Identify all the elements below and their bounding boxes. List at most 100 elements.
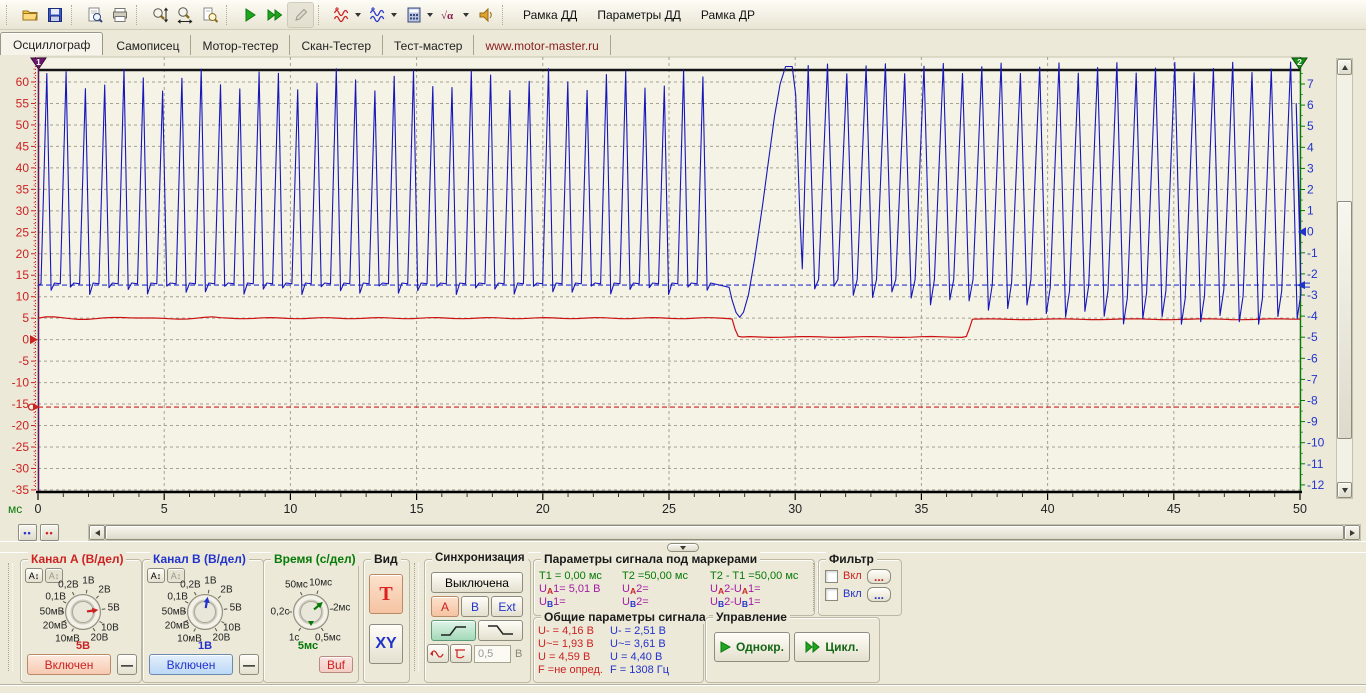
tab-scan-tester[interactable]: Скан-Тестер bbox=[290, 35, 383, 55]
svg-text:1: 1 bbox=[36, 57, 41, 67]
filter-title: Фильтр bbox=[826, 552, 877, 566]
knob-scale-label: 5В bbox=[230, 602, 242, 613]
math-dropdown-icon[interactable] bbox=[463, 13, 469, 17]
calculator-icon bbox=[405, 6, 423, 24]
waveform-plot[interactable]: 605550454035302520151050-5-10-15-20-25-3… bbox=[0, 55, 1334, 525]
speaker-icon bbox=[477, 6, 495, 24]
single-run-button[interactable]: Однокр. bbox=[714, 632, 790, 662]
print-button[interactable] bbox=[107, 3, 132, 27]
calculator-dropdown-icon[interactable] bbox=[427, 13, 433, 17]
horizontal-scroll-thumb[interactable] bbox=[105, 525, 1344, 540]
collapse-panel-button[interactable] bbox=[667, 543, 699, 552]
right-axis-tick-label: -5 bbox=[1307, 330, 1318, 344]
channel-a-wave-settings-button[interactable] bbox=[329, 3, 354, 27]
knob-scale-label: 20В bbox=[91, 633, 109, 644]
left-axis-tick-label: -20 bbox=[12, 419, 30, 433]
edit-button[interactable] bbox=[287, 2, 314, 28]
panel-grip[interactable] bbox=[8, 563, 13, 671]
channel-b-title: Канал B (В/дел) bbox=[150, 552, 249, 566]
channel-b-stat: U = 4,40 В bbox=[610, 651, 662, 663]
zoom-vertical-button[interactable] bbox=[147, 3, 172, 27]
timebase-title: Время (с/дел) bbox=[271, 552, 359, 566]
print-preview-button[interactable] bbox=[82, 3, 107, 27]
channel-a-stat: U = 4,59 В bbox=[538, 651, 590, 663]
run-cyclic-button[interactable] bbox=[262, 3, 287, 27]
tab-recorder[interactable]: Самописец bbox=[105, 35, 191, 55]
xy-view-button[interactable]: XY bbox=[369, 624, 403, 664]
sync-falling-edge-button[interactable] bbox=[478, 620, 523, 641]
knob-scale-label: 2В bbox=[98, 584, 110, 595]
vertical-scroll-thumb[interactable] bbox=[1337, 201, 1352, 439]
run-single-button[interactable] bbox=[237, 3, 262, 27]
sync-source-ext-button[interactable]: Ext bbox=[491, 596, 523, 617]
knob-scale-label: 50мВ bbox=[40, 607, 65, 618]
scroll-down-button[interactable] bbox=[1337, 482, 1352, 498]
filter-b-checkbox[interactable] bbox=[825, 588, 838, 601]
time-view-button[interactable]: T bbox=[369, 574, 403, 614]
tab-website[interactable]: www.motor-master.ru bbox=[474, 35, 610, 55]
arrow-up-icon bbox=[1342, 65, 1348, 70]
knob-scale-label: 2В bbox=[220, 584, 232, 595]
sync-source-a-button[interactable]: A bbox=[431, 596, 459, 617]
run-control-group: Управление Однокр. Цикл. bbox=[705, 617, 880, 683]
blue-dots-icon: •• bbox=[23, 528, 31, 538]
filter-a-label: Вкл bbox=[843, 570, 862, 582]
x-axis-tick-label: 50 bbox=[1293, 502, 1307, 516]
right-axis-tick-label: -2 bbox=[1307, 267, 1318, 281]
cyclic-run-button[interactable]: Цикл. bbox=[794, 632, 870, 662]
right-axis-tick-label: -11 bbox=[1307, 457, 1324, 471]
channel-a-trace-options-button[interactable]: •• bbox=[40, 524, 59, 541]
sync-rising-edge-button[interactable] bbox=[431, 620, 476, 641]
scroll-left-button[interactable] bbox=[89, 525, 105, 540]
channel-b-wave-dropdown-icon[interactable] bbox=[391, 13, 397, 17]
channel-b-autorange-button[interactable]: A↕ bbox=[147, 568, 165, 583]
channel-b-invert-button[interactable]: — bbox=[239, 654, 259, 675]
sync-sine-icon bbox=[429, 647, 447, 660]
marker-time-value: T2 =50,00 мс bbox=[622, 570, 688, 582]
falling-edge-icon bbox=[486, 624, 516, 637]
sync-source-b-button[interactable]: B bbox=[461, 596, 489, 617]
sync-level-input[interactable] bbox=[474, 645, 511, 663]
zoom-reset-button[interactable] bbox=[197, 3, 222, 27]
open-button[interactable] bbox=[17, 3, 42, 27]
tab-motor-tester[interactable]: Мотор-тестер bbox=[191, 35, 290, 55]
params-dd-button[interactable]: Параметры ДД bbox=[587, 4, 691, 26]
channel-b-power-button[interactable]: Включен bbox=[149, 654, 233, 675]
vertical-scrollbar[interactable] bbox=[1336, 58, 1353, 499]
math-function-button[interactable]: √α bbox=[437, 3, 462, 27]
save-button[interactable] bbox=[42, 3, 67, 27]
calculator-button[interactable] bbox=[401, 3, 426, 27]
panel-grip[interactable] bbox=[414, 563, 419, 671]
filter-a-settings-button[interactable]: ... bbox=[867, 569, 891, 584]
horizontal-scrollbar[interactable] bbox=[88, 524, 1361, 541]
scroll-up-button[interactable] bbox=[1337, 59, 1352, 75]
timebase-group: Время (с/дел) Buf 1с0,2с50мс10мс2мс0,5мс… bbox=[263, 559, 359, 683]
channel-b-stat: F = 1308 Гц bbox=[610, 664, 669, 676]
sync-mode-wave-button[interactable] bbox=[427, 644, 449, 663]
tab-test-master[interactable]: Тест-мастер bbox=[383, 35, 474, 55]
knob-scale-label: 0,1В bbox=[167, 592, 188, 603]
channel-a-invert-button[interactable]: — bbox=[117, 654, 137, 675]
left-axis-tick-label: 55 bbox=[16, 96, 30, 110]
frame-dr-button[interactable]: Рамка ДР bbox=[691, 4, 765, 26]
scroll-right-button[interactable] bbox=[1344, 525, 1360, 540]
channel-b-wave-settings-button[interactable] bbox=[365, 3, 390, 27]
channel-a-autorange-button[interactable]: A↕ bbox=[25, 568, 43, 583]
right-axis-tick-label: 5 bbox=[1307, 119, 1314, 133]
frame-dd-button[interactable]: Рамка ДД bbox=[513, 4, 587, 26]
channel-a-title: Канал A (В/дел) bbox=[28, 552, 126, 566]
filter-a-checkbox[interactable] bbox=[825, 570, 838, 583]
channel-a-power-button[interactable]: Включен bbox=[27, 654, 111, 675]
x-axis-tick-label: 30 bbox=[788, 502, 802, 516]
channel-a-stat: U- = 4,16 В bbox=[538, 625, 594, 637]
tab-oscilloscope[interactable]: Осциллограф bbox=[0, 32, 103, 55]
filter-b-settings-button[interactable]: ... bbox=[867, 587, 891, 602]
sync-level-mode-button[interactable] bbox=[450, 644, 472, 663]
channel-a-wave-dropdown-icon[interactable] bbox=[355, 13, 361, 17]
right-axis-tick-label: 0 bbox=[1307, 225, 1314, 239]
buffer-button[interactable]: Buf bbox=[319, 656, 353, 673]
sync-off-button[interactable]: Выключена bbox=[431, 572, 523, 593]
sound-button[interactable] bbox=[473, 3, 498, 27]
channel-b-trace-options-button[interactable]: •• bbox=[18, 524, 37, 541]
zoom-horizontal-button[interactable] bbox=[172, 3, 197, 27]
